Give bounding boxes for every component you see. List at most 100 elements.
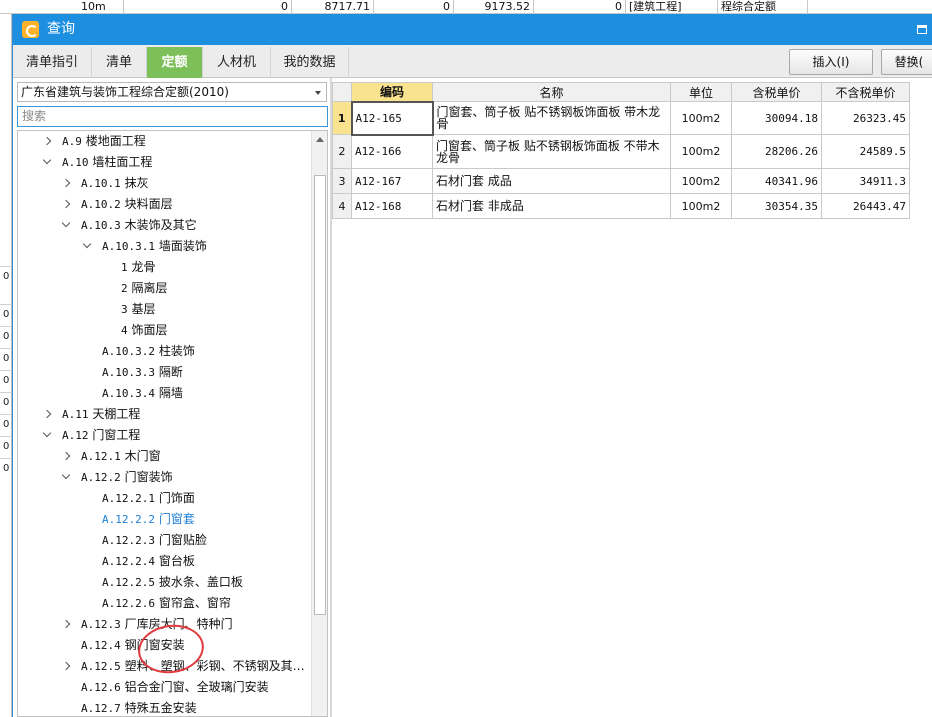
cell-price-notax[interactable]: 34911.3	[821, 168, 910, 194]
cell-name[interactable]: 石材门套 非成品	[432, 193, 671, 219]
cell-code[interactable]: A12-166	[351, 134, 433, 169]
tree-node-label: 隔断	[158, 365, 183, 379]
column-header-price-notax[interactable]: 不含税单价	[821, 82, 910, 102]
tree-node[interactable]: A.12.2.5 披水条、盖口板	[102, 572, 243, 593]
tree-node[interactable]: A.10.3.3 隔断	[102, 362, 183, 383]
tree-node[interactable]: A.9 楼地面工程	[42, 131, 146, 152]
cell-price-notax[interactable]: 24589.5	[821, 134, 910, 169]
tree-node-label: 披水条、盖口板	[158, 575, 243, 589]
table-header-row: 编码 名称 单位 含税单价 不含税单价	[332, 82, 910, 102]
tree-node-label: 龙骨	[131, 260, 156, 274]
table-row[interactable]: 1 A12-165 门窗套、筒子板 贴不锈钢板饰面板 带木龙骨 100m2 30…	[332, 100, 910, 136]
bg-mark: 0	[0, 414, 12, 434]
tree-node-label: 铝合金门窗、全玻璃门安装	[124, 680, 269, 694]
cell-code[interactable]: A12-165	[350, 100, 434, 136]
cell-price-tax[interactable]: 28206.26	[731, 134, 822, 169]
chevron-down-icon[interactable]	[42, 428, 52, 438]
insert-button[interactable]: 插入(I)	[789, 49, 873, 75]
tree-node-selected[interactable]: A.12.2.2 门窗套	[102, 509, 195, 530]
chevron-right-icon[interactable]	[61, 661, 71, 671]
tab-labor-material[interactable]: 人材机	[203, 47, 271, 78]
cell-name[interactable]: 石材门套 成品	[432, 168, 671, 194]
cell-name[interactable]: 门窗套、筒子板 贴不锈钢板饰面板 带木龙骨	[432, 101, 671, 135]
cell-code[interactable]: A12-168	[351, 193, 433, 219]
tree-node-label: 窗帘盒、窗帘	[158, 596, 231, 610]
bg-mark: 0	[0, 392, 12, 412]
cell-unit[interactable]: 100m2	[670, 101, 732, 135]
column-header-code[interactable]: 编码	[351, 82, 433, 102]
tree-node[interactable]: A.11 天棚工程	[42, 404, 140, 425]
tree-node[interactable]: A.10 墙柱面工程	[42, 152, 153, 173]
maximize-icon[interactable]	[917, 25, 927, 34]
search-input[interactable]: 搜索	[17, 106, 328, 127]
tree-node[interactable]: A.10.2 块料面层	[61, 194, 173, 215]
tree-node[interactable]: A.10.3.4 隔墙	[102, 383, 183, 404]
tree-node-code: A.12.2.2	[102, 513, 155, 526]
cell-unit[interactable]: 100m2	[670, 193, 732, 219]
tree-node[interactable]: A.12.7 特殊五金安装	[81, 698, 197, 716]
quota-library-select[interactable]: 广东省建筑与装饰工程综合定额(2010)	[17, 82, 327, 102]
tree-node[interactable]: A.10.3.1 墙面装饰	[82, 236, 207, 257]
tree-node[interactable]: A.10.1 抹灰	[61, 173, 149, 194]
tree-node[interactable]: 4 饰面层	[121, 320, 167, 341]
table-row[interactable]: 3 A12-167 石材门套 成品 100m2 40341.96 34911.3	[332, 168, 910, 194]
scrollbar-thumb[interactable]	[314, 175, 326, 615]
chevron-down-icon[interactable]	[61, 470, 71, 480]
tab-bill-guide[interactable]: 清单指引	[13, 47, 92, 78]
tree-node[interactable]: A.12.2.1 门饰面	[102, 488, 195, 509]
tab-my-data[interactable]: 我的数据	[271, 47, 349, 78]
cell-code[interactable]: A12-167	[351, 168, 433, 194]
tree-node[interactable]: A.10.3 木装饰及其它	[61, 215, 197, 236]
tree-node[interactable]: A.12 门窗工程	[42, 425, 140, 446]
background-sheet-column: 0 0 0 0 0 0 0 0 0	[0, 14, 12, 717]
chevron-right-icon[interactable]	[42, 409, 52, 419]
tree-node[interactable]: A.12.2.3 门窗贴脸	[102, 530, 207, 551]
tree-node[interactable]: A.12.1 木门窗	[61, 446, 161, 467]
tree-scrollbar[interactable]	[311, 131, 327, 716]
chevron-right-icon[interactable]	[61, 178, 71, 188]
tab-bill[interactable]: 清单	[92, 47, 147, 78]
column-header-unit[interactable]: 单位	[670, 82, 732, 102]
tree-node[interactable]: 1 龙骨	[121, 257, 155, 278]
tree-node[interactable]: 2 隔离层	[121, 278, 167, 299]
tree-node-code: A.12.2	[81, 471, 121, 484]
table-row[interactable]: 4 A12-168 石材门套 非成品 100m2 30354.35 26443.…	[332, 193, 910, 219]
tree-node-code: A.10.3	[81, 219, 121, 232]
chevron-down-icon[interactable]	[61, 218, 71, 228]
tree-node[interactable]: A.12.2.6 窗帘盒、窗帘	[102, 593, 231, 614]
bg-cell: 9173.52	[454, 0, 534, 14]
scroll-up-icon[interactable]	[316, 137, 324, 142]
chevron-right-icon[interactable]	[61, 451, 71, 461]
tree-node-label: 墙柱面工程	[92, 155, 153, 169]
cell-unit[interactable]: 100m2	[670, 168, 732, 194]
table-row[interactable]: 2 A12-166 门窗套、筒子板 贴不锈钢板饰面板 不带木龙骨 100m2 2…	[332, 134, 910, 169]
quota-table-panel: 编码 名称 单位 含税单价 不含税单价 1 A12-165 门窗套、筒子板 贴不…	[332, 82, 932, 717]
tree-node-code: A.10.3.3	[102, 366, 155, 379]
replace-button[interactable]: 替换(	[881, 49, 932, 75]
tree-node[interactable]: A.10.3.2 柱装饰	[102, 341, 195, 362]
column-header-price-tax[interactable]: 含税单价	[731, 82, 822, 102]
cell-price-tax[interactable]: 30354.35	[731, 193, 822, 219]
cell-price-notax[interactable]: 26323.45	[821, 101, 910, 135]
chevron-right-icon[interactable]	[61, 619, 71, 629]
column-header-name[interactable]: 名称	[432, 82, 671, 102]
chevron-right-icon[interactable]	[42, 136, 52, 146]
tree-node-label: 隔墙	[158, 386, 183, 400]
tree-node[interactable]: A.12.2 门窗装饰	[61, 467, 173, 488]
tab-quota[interactable]: 定额	[147, 47, 203, 78]
chevron-right-icon[interactable]	[61, 199, 71, 209]
cell-price-tax[interactable]: 40341.96	[731, 168, 822, 194]
cell-unit[interactable]: 100m2	[670, 134, 732, 169]
cell-name[interactable]: 门窗套、筒子板 贴不锈钢板饰面板 不带木龙骨	[432, 134, 671, 169]
tree-node[interactable]: 3 基层	[121, 299, 155, 320]
tree-node[interactable]: A.12.2.4 窗台板	[102, 551, 195, 572]
title-bar[interactable]: 查询	[13, 14, 932, 45]
cell-price-notax[interactable]: 26443.47	[821, 193, 910, 219]
chevron-down-icon[interactable]	[82, 239, 92, 249]
cell-price-tax[interactable]: 30094.18	[731, 101, 822, 135]
background-sheet-row: 10m 0 8717.71 0 9173.52 0 [建筑工程] 程综合定额	[0, 0, 932, 14]
tree-node[interactable]: A.12.6 铝合金门窗、全玻璃门安装	[81, 677, 269, 698]
chevron-down-icon[interactable]	[315, 91, 321, 95]
tree-node-code: A.10.3.2	[102, 345, 155, 358]
chevron-down-icon[interactable]	[42, 155, 52, 165]
